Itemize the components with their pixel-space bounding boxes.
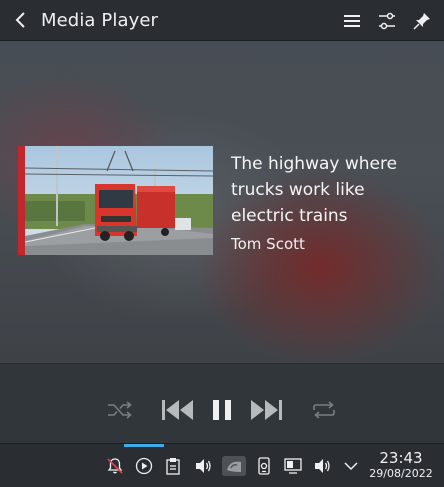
tray-audio[interactable] bbox=[312, 456, 332, 476]
tray-display[interactable] bbox=[283, 456, 303, 476]
tray-media-player[interactable] bbox=[134, 456, 154, 476]
repeat-icon bbox=[313, 401, 335, 419]
clock-time: 23:43 bbox=[379, 449, 423, 467]
track-title: The highway where trucks work like elect… bbox=[231, 154, 398, 226]
media-play-icon bbox=[135, 457, 153, 475]
now-playing-panel: The highway where trucks work like elect… bbox=[0, 41, 444, 363]
album-cover bbox=[18, 146, 213, 255]
settings-button[interactable] bbox=[373, 7, 401, 35]
next-button[interactable] bbox=[248, 397, 284, 423]
nvidia-icon bbox=[222, 456, 246, 476]
tray-clipboard[interactable] bbox=[163, 456, 183, 476]
truck-thumbnail-image bbox=[25, 146, 213, 255]
skip-previous-icon bbox=[162, 400, 193, 420]
audio-volume-icon bbox=[315, 459, 330, 473]
pause-icon bbox=[213, 400, 231, 420]
menu-button[interactable] bbox=[338, 7, 366, 35]
sliders-icon bbox=[379, 12, 395, 29]
pin-button[interactable] bbox=[408, 7, 436, 35]
track-artist: Tom Scott bbox=[231, 235, 305, 253]
system-tray: 23:43 29/08/2022 bbox=[0, 443, 444, 487]
kde-connect-icon bbox=[258, 457, 270, 475]
pin-icon bbox=[413, 12, 430, 30]
tray-nvidia[interactable] bbox=[222, 456, 246, 476]
header-bar: Media Player bbox=[0, 0, 444, 41]
active-task-indicator bbox=[124, 444, 164, 447]
page-title: Media Player bbox=[41, 9, 158, 31]
pause-button[interactable] bbox=[210, 397, 234, 423]
hamburger-menu-icon bbox=[344, 14, 360, 27]
repeat-button[interactable] bbox=[310, 397, 338, 423]
back-arrow-icon bbox=[15, 12, 25, 28]
volume-icon bbox=[196, 459, 211, 473]
notifications-disabled-icon bbox=[107, 458, 123, 474]
tray-kde-connect[interactable] bbox=[254, 456, 274, 476]
back-button[interactable] bbox=[6, 0, 36, 41]
shuffle-button[interactable] bbox=[106, 397, 134, 423]
digital-clock[interactable]: 23:43 29/08/2022 bbox=[366, 450, 436, 481]
cover-accent-strip bbox=[18, 146, 25, 255]
clipboard-icon bbox=[166, 458, 180, 475]
skip-next-icon bbox=[251, 400, 282, 420]
playback-controls bbox=[0, 363, 444, 443]
tray-notifications[interactable] bbox=[105, 456, 125, 476]
shuffle-icon bbox=[108, 401, 132, 419]
clock-date: 29/08/2022 bbox=[369, 467, 433, 480]
chevron-down-icon bbox=[344, 462, 358, 471]
previous-button[interactable] bbox=[160, 397, 196, 423]
display-icon bbox=[284, 458, 302, 474]
tray-expand-button[interactable] bbox=[341, 456, 361, 476]
tray-volume[interactable] bbox=[193, 456, 213, 476]
